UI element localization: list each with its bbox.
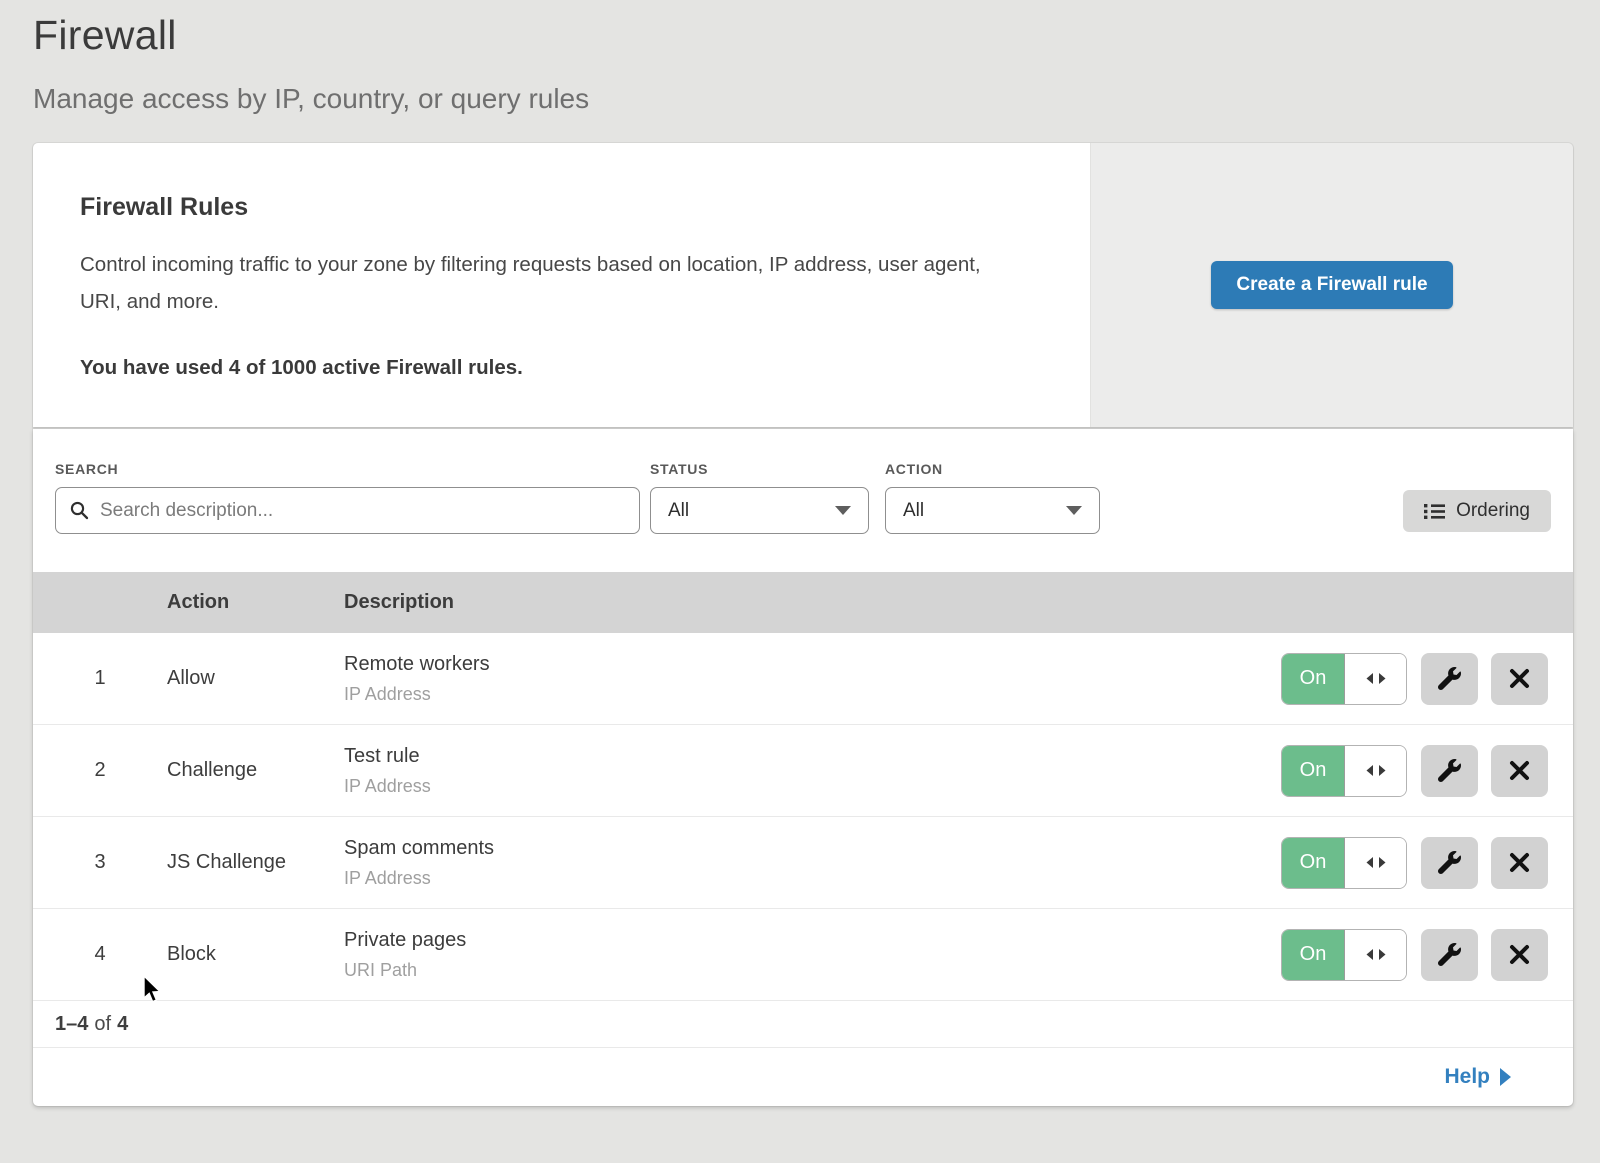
overview-usage-text: You have used 4 of 1000 active Firewall … xyxy=(80,356,1020,380)
edit-rule-button[interactable] xyxy=(1421,929,1478,981)
rule-action: Block xyxy=(167,943,344,966)
wrench-icon xyxy=(1438,943,1461,966)
close-icon xyxy=(1509,668,1530,689)
overview-description: Control incoming traffic to your zone by… xyxy=(80,246,1020,320)
rule-action: JS Challenge xyxy=(167,851,344,874)
column-action: Action xyxy=(167,591,344,614)
ordered-list-icon xyxy=(1424,503,1445,520)
toggle-arrows-icon xyxy=(1345,930,1406,980)
rule-description: Test rule xyxy=(344,745,1281,768)
table-row: 1 Allow Remote workers IP Address On xyxy=(33,633,1573,725)
search-label: SEARCH xyxy=(55,461,640,477)
filters-bar: SEARCH STATUS All ACTION All xyxy=(33,429,1573,572)
toggle-on-segment: On xyxy=(1282,930,1345,980)
rule-description: Private pages xyxy=(344,929,1281,952)
pagination-total: 4 xyxy=(117,1013,128,1036)
column-description: Description xyxy=(344,591,1573,614)
close-icon xyxy=(1509,760,1530,781)
rule-description-cell: Test rule IP Address xyxy=(344,745,1281,797)
search-box xyxy=(55,487,640,534)
rule-controls: On xyxy=(1281,653,1573,705)
status-select[interactable]: All xyxy=(650,487,869,534)
rule-description-cell: Remote workers IP Address xyxy=(344,653,1281,705)
rule-priority: 1 xyxy=(33,667,167,690)
rule-description: Remote workers xyxy=(344,653,1281,676)
delete-rule-button[interactable] xyxy=(1491,745,1548,797)
status-filter-group: STATUS All xyxy=(650,461,869,534)
status-label: STATUS xyxy=(650,461,869,477)
rule-controls: On xyxy=(1281,745,1573,797)
status-select-value: All xyxy=(668,500,689,522)
action-label: ACTION xyxy=(885,461,1100,477)
page-header: Firewall Manage access by IP, country, o… xyxy=(0,0,1600,115)
overview-text-panel: Firewall Rules Control incoming traffic … xyxy=(33,143,1090,427)
help-link-label: Help xyxy=(1444,1065,1490,1089)
table-row: 2 Challenge Test rule IP Address On xyxy=(33,725,1573,817)
firewall-rules-list-card: SEARCH STATUS All ACTION All xyxy=(33,429,1573,1106)
toggle-on-segment: On xyxy=(1282,746,1345,796)
toggle-arrows-icon xyxy=(1345,654,1406,704)
rule-enabled-toggle[interactable]: On xyxy=(1281,745,1407,797)
ordering-button[interactable]: Ordering xyxy=(1403,490,1551,532)
table-row: 4 Block Private pages URI Path On xyxy=(33,909,1573,1001)
action-select-value: All xyxy=(903,500,924,522)
rule-priority: 4 xyxy=(33,943,167,966)
action-select[interactable]: All xyxy=(885,487,1100,534)
pagination-range: 1–4 xyxy=(55,1013,88,1036)
edit-rule-button[interactable] xyxy=(1421,653,1478,705)
edit-rule-button[interactable] xyxy=(1421,837,1478,889)
wrench-icon xyxy=(1438,851,1461,874)
search-filter-group: SEARCH xyxy=(55,461,640,534)
help-row: Help xyxy=(33,1048,1573,1106)
create-firewall-rule-button[interactable]: Create a Firewall rule xyxy=(1211,261,1452,309)
search-icon xyxy=(70,501,89,520)
chevron-right-icon xyxy=(1500,1068,1511,1086)
search-input[interactable] xyxy=(100,500,625,522)
overview-action-panel: Create a Firewall rule xyxy=(1090,143,1573,427)
wrench-icon xyxy=(1438,667,1461,690)
rule-action: Allow xyxy=(167,667,344,690)
firewall-rules-overview-card: Firewall Rules Control incoming traffic … xyxy=(33,143,1573,427)
rule-enabled-toggle[interactable]: On xyxy=(1281,837,1407,889)
pagination-of: of xyxy=(94,1013,111,1036)
pagination: 1–4 of 4 xyxy=(33,1001,1573,1048)
ordering-wrap: Ordering xyxy=(1403,461,1551,534)
wrench-icon xyxy=(1438,759,1461,782)
rule-match-type: IP Address xyxy=(344,868,1281,889)
chevron-down-icon xyxy=(835,506,851,515)
rule-match-type: IP Address xyxy=(344,684,1281,705)
page-title: Firewall xyxy=(33,12,1570,59)
ordering-button-label: Ordering xyxy=(1456,500,1530,522)
rule-controls: On xyxy=(1281,929,1573,981)
edit-rule-button[interactable] xyxy=(1421,745,1478,797)
table-row: 3 JS Challenge Spam comments IP Address … xyxy=(33,817,1573,909)
rule-description-cell: Spam comments IP Address xyxy=(344,837,1281,889)
rule-description-cell: Private pages URI Path xyxy=(344,929,1281,981)
toggle-arrows-icon xyxy=(1345,746,1406,796)
rule-action: Challenge xyxy=(167,759,344,782)
table-header: Action Description xyxy=(33,572,1573,633)
rule-priority: 2 xyxy=(33,759,167,782)
action-filter-group: ACTION All xyxy=(885,461,1100,534)
rule-match-type: URI Path xyxy=(344,960,1281,981)
close-icon xyxy=(1509,944,1530,965)
close-icon xyxy=(1509,852,1530,873)
chevron-down-icon xyxy=(1066,506,1082,515)
rule-match-type: IP Address xyxy=(344,776,1281,797)
rule-enabled-toggle[interactable]: On xyxy=(1281,929,1407,981)
overview-heading: Firewall Rules xyxy=(80,193,1020,222)
toggle-on-segment: On xyxy=(1282,838,1345,888)
delete-rule-button[interactable] xyxy=(1491,837,1548,889)
delete-rule-button[interactable] xyxy=(1491,929,1548,981)
toggle-on-segment: On xyxy=(1282,654,1345,704)
rule-controls: On xyxy=(1281,837,1573,889)
toggle-arrows-icon xyxy=(1345,838,1406,888)
help-link[interactable]: Help xyxy=(1444,1065,1511,1089)
main-content: Firewall Rules Control incoming traffic … xyxy=(33,143,1573,1106)
page-subtitle: Manage access by IP, country, or query r… xyxy=(33,83,1570,115)
rule-description: Spam comments xyxy=(344,837,1281,860)
rule-enabled-toggle[interactable]: On xyxy=(1281,653,1407,705)
delete-rule-button[interactable] xyxy=(1491,653,1548,705)
rule-priority: 3 xyxy=(33,851,167,874)
